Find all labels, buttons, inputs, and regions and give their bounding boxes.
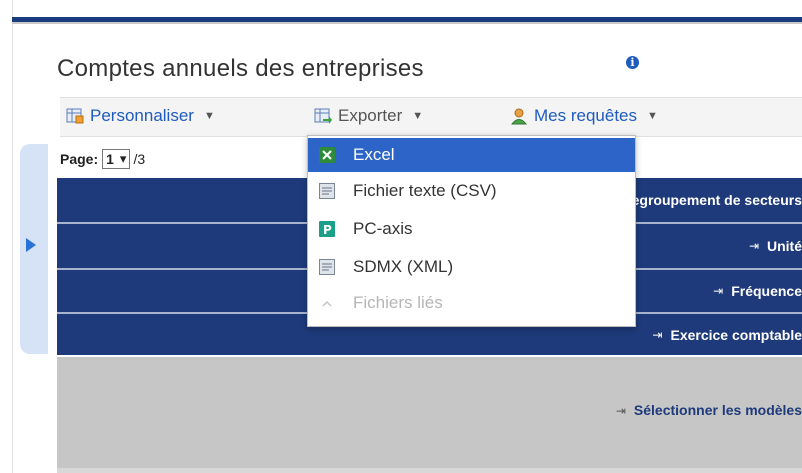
exporter-button[interactable]: Exporter ▼: [314, 106, 423, 126]
arrow-icon: ⇥: [652, 327, 663, 342]
pager-total: /3: [133, 151, 146, 167]
arrow-icon: ⇥: [748, 239, 759, 253]
exporter-label: Exporter: [338, 106, 403, 125]
svg-text:P: P: [323, 223, 332, 237]
excel-icon: [319, 147, 335, 163]
toolbar: Personnaliser ▼ Exporter ▼ Mes requêtes …: [60, 97, 802, 137]
mes-requetes-label: Mes requêtes: [534, 106, 637, 125]
export-linked-files-item: Fichiers liés: [308, 286, 635, 320]
chevron-down-icon: ▾: [119, 151, 127, 166]
arrow-icon: ⇥: [713, 284, 724, 298]
pager: Page: 1 ▾ /3: [60, 149, 145, 169]
export-excel-item[interactable]: Excel: [308, 138, 635, 172]
chevron-down-icon: ▼: [647, 110, 658, 122]
table-bottom-edge: [57, 468, 802, 473]
customize-table-icon: [66, 107, 84, 125]
chevron-down-icon: ▼: [203, 110, 215, 122]
export-csv-item[interactable]: Fichier texte (CSV): [308, 174, 635, 208]
export-pc-axis-item[interactable]: P PC-axis: [308, 212, 635, 246]
pc-axis-icon: P: [319, 221, 335, 237]
dimension-label: ⇥ Fréquence: [713, 283, 802, 299]
personnaliser-button[interactable]: Personnaliser ▼: [66, 106, 215, 126]
window-left-edge: [0, 0, 13, 473]
export-csv-label: Fichier texte (CSV): [353, 181, 497, 200]
header-divider: [12, 22, 802, 24]
chevron-down-icon: ▼: [412, 110, 424, 122]
csv-file-icon: [319, 183, 335, 199]
xml-file-icon: [319, 259, 335, 275]
pager-label: Page:: [60, 151, 99, 167]
export-sdmx-item[interactable]: SDMX (XML): [308, 250, 635, 284]
info-icon[interactable]: i: [626, 56, 639, 69]
page-select-value: 1: [106, 151, 114, 167]
expand-arrow-icon[interactable]: [26, 238, 36, 252]
export-table-icon: [314, 107, 332, 125]
export-pc-axis-label: PC-axis: [353, 219, 413, 238]
arrow-icon: ⇥: [615, 404, 626, 418]
select-models-label: ⇥ Sélectionner les modèles: [615, 402, 802, 418]
dimension-label: ⇥ Unité: [748, 238, 802, 254]
export-linked-files-label: Fichiers liés: [353, 293, 443, 312]
user-icon: [510, 107, 528, 125]
personnaliser-label: Personnaliser: [90, 106, 194, 125]
page-title: Comptes annuels des entreprises: [57, 55, 424, 82]
page-select[interactable]: 1 ▾: [102, 149, 131, 169]
mes-requetes-button[interactable]: Mes requêtes ▼: [510, 106, 658, 126]
dimension-label: ⇥ Exercice comptable: [652, 326, 802, 343]
export-excel-label: Excel: [353, 145, 395, 164]
select-models-area[interactable]: ⇥ Sélectionner les modèles: [57, 357, 802, 468]
export-sdmx-label: SDMX (XML): [353, 257, 454, 276]
chevron-up-icon: [319, 295, 335, 311]
export-dropdown-menu: Excel Fichier texte (CSV) P PC-axis SDMX…: [307, 135, 636, 327]
